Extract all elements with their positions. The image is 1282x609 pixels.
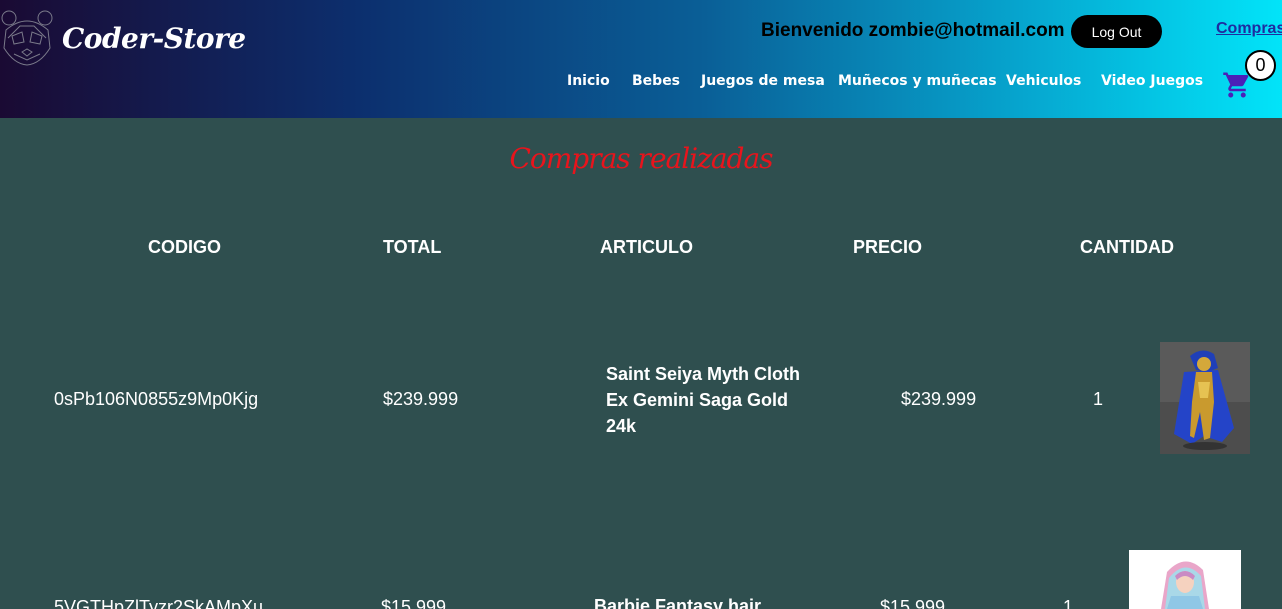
nav-link-juegos-de-mesa[interactable]: Juegos de mesa bbox=[701, 73, 825, 89]
article-price: $239.999 bbox=[901, 389, 977, 409]
nav-link-vehiculos[interactable]: Vehiculos bbox=[1006, 73, 1081, 89]
column-header-cantidad: CANTIDAD bbox=[1080, 237, 1174, 257]
article-name: Saint Seiya Myth Cloth Ex Gemini Saga Go… bbox=[606, 364, 801, 436]
logout-button[interactable]: Log Out bbox=[1071, 15, 1162, 48]
article-name: Barbie Fantasy hair bbox=[594, 596, 762, 609]
order-total: $239.999 bbox=[383, 389, 459, 409]
product-image-barbie bbox=[1129, 550, 1241, 609]
nav-link-inicio[interactable]: Inicio bbox=[567, 73, 610, 89]
welcome-message: Bienvenido zombie@hotmail.com bbox=[761, 20, 1065, 41]
page-title: Compras realizadas bbox=[509, 142, 773, 175]
article-quantity: 1 bbox=[1063, 597, 1074, 609]
compras-link[interactable]: Compras bbox=[1216, 20, 1282, 38]
article-quantity: 1 bbox=[1093, 389, 1104, 409]
order-code: 5VGTHpZlTyzr2SkAMpXu bbox=[54, 597, 264, 609]
column-header-precio: PRECIO bbox=[853, 237, 923, 257]
column-header-articulo: ARTICULO bbox=[600, 237, 693, 257]
column-header-codigo: CODIGO bbox=[148, 237, 222, 257]
nav-link-bebes[interactable]: Bebes bbox=[632, 73, 680, 89]
navbar: Coder-Store Bienvenido zombie@hotmail.co… bbox=[0, 0, 1282, 118]
cart-count-badge: 0 bbox=[1245, 50, 1276, 81]
panda-logo-icon[interactable] bbox=[0, 8, 54, 66]
order-total: $15.999 bbox=[381, 597, 447, 609]
main-nav: Inicio Bebes Juegos de mesa Muñecos y mu… bbox=[0, 73, 1282, 93]
brand-name[interactable]: Coder-Store bbox=[62, 22, 246, 55]
column-header-total: TOTAL bbox=[383, 237, 442, 257]
article-price: $15.999 bbox=[880, 597, 946, 609]
product-image-saint-seiya bbox=[1160, 342, 1250, 454]
order-code: 0sPb106N0855z9Mp0Kjg bbox=[54, 389, 259, 409]
nav-link-video-juegos[interactable]: Video Juegos bbox=[1101, 73, 1203, 89]
nav-link-munecos[interactable]: Muñecos y muñecas bbox=[838, 73, 997, 89]
